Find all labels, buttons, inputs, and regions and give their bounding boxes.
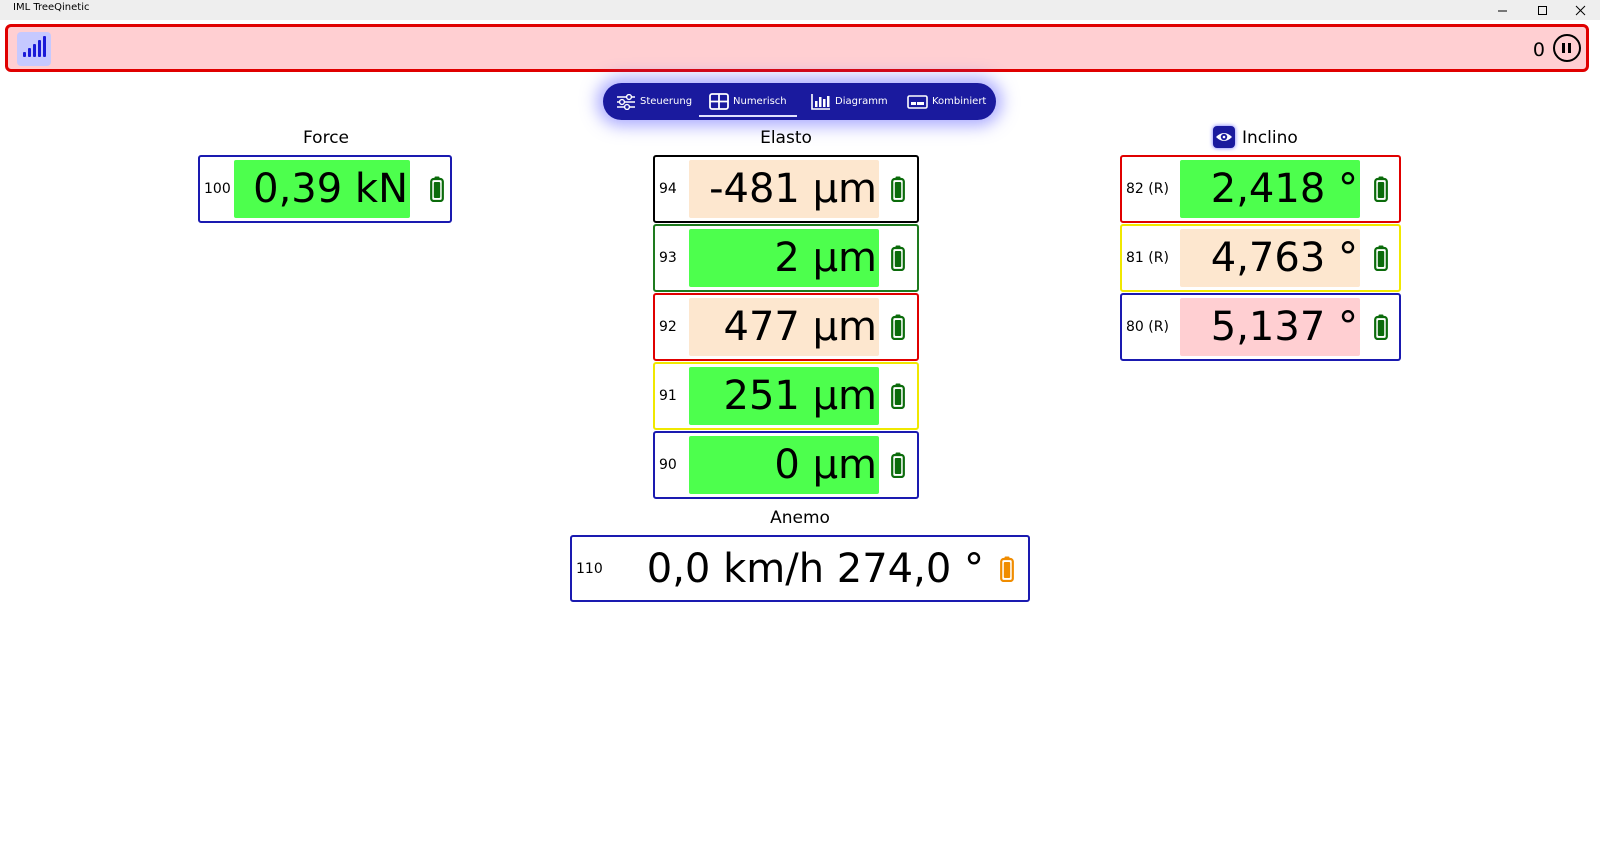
sensor-value: 0,0 km/h 274,0 ° <box>618 540 986 597</box>
grid-icon <box>709 93 729 110</box>
group-title-inclino: Inclino <box>1242 128 1298 148</box>
close-button[interactable] <box>1562 0 1598 20</box>
title-bar: IML TreeQinetic <box>0 0 1600 20</box>
signal-strength-icon[interactable] <box>17 32 51 66</box>
sensor-value: 477 µm <box>689 298 879 356</box>
sensor-value: -481 µm <box>689 160 879 218</box>
battery-icon <box>430 176 444 202</box>
connection-status-bar: 0 <box>5 24 1589 72</box>
sensor-id: 81 (R) <box>1126 250 1169 266</box>
visibility-toggle-button[interactable] <box>1213 126 1235 148</box>
status-counter: 0 <box>1532 39 1545 61</box>
sensor-value: 2,418 ° <box>1180 160 1360 218</box>
tab-numerisch[interactable]: Numerisch <box>699 83 797 120</box>
battery-icon <box>891 383 905 409</box>
sensor-value: 4,763 ° <box>1180 229 1360 287</box>
sensor-id: 100 <box>204 181 231 197</box>
tab-kombiniert[interactable]: Kombiniert <box>907 83 986 120</box>
group-title-elasto: Elasto <box>760 128 812 148</box>
sensor-id: 92 <box>659 319 677 335</box>
battery-icon <box>1374 245 1388 271</box>
sensor-value: 0 µm <box>689 436 879 494</box>
sensor-value: 0,39 kN <box>234 160 410 218</box>
sensor-id: 93 <box>659 250 677 266</box>
sensor-id: 90 <box>659 457 677 473</box>
sensor-value: 2 µm <box>689 229 879 287</box>
sensor-id: 80 (R) <box>1126 319 1169 335</box>
sensor-tile-anemo[interactable]: 110 0,0 km/h 274,0 ° <box>570 535 1030 602</box>
pause-icon <box>1562 43 1565 53</box>
tab-diagramm-label: Diagramm <box>835 96 888 107</box>
bar-chart-icon <box>811 94 830 110</box>
battery-icon <box>1374 176 1388 202</box>
battery-icon <box>891 452 905 478</box>
close-icon <box>1575 5 1585 15</box>
battery-icon <box>891 176 905 202</box>
battery-icon <box>1000 556 1014 582</box>
battery-icon <box>1374 314 1388 340</box>
pause-button[interactable] <box>1553 34 1581 62</box>
tab-steuerung-label: Steuerung <box>640 96 693 107</box>
sensor-value: 251 µm <box>689 367 879 425</box>
sliders-icon <box>617 93 635 110</box>
minimize-icon <box>1497 10 1507 11</box>
sensor-tile-inclino[interactable]: 82 (R) 2,418 ° <box>1120 155 1401 223</box>
window-title: IML TreeQinetic <box>13 2 90 13</box>
sensor-tile-elasto[interactable]: 92 477 µm <box>653 293 919 361</box>
sensor-tile-inclino[interactable]: 80 (R) 5,137 ° <box>1120 293 1401 361</box>
sensor-tile-inclino[interactable]: 81 (R) 4,763 ° <box>1120 224 1401 292</box>
battery-icon <box>891 314 905 340</box>
view-nav: Steuerung Numerisch Diagramm Kombiniert <box>603 83 996 120</box>
sensor-tile-elasto[interactable]: 90 0 µm <box>653 431 919 499</box>
sensor-value: 5,137 ° <box>1180 298 1360 356</box>
sensor-tile-elasto[interactable]: 94 -481 µm <box>653 155 919 223</box>
combined-icon <box>907 94 928 109</box>
battery-icon <box>891 245 905 271</box>
sensor-id: 110 <box>576 560 603 577</box>
tab-steuerung[interactable]: Steuerung <box>616 83 692 120</box>
group-title-anemo: Anemo <box>770 508 830 528</box>
tab-diagramm[interactable]: Diagramm <box>811 83 888 120</box>
maximize-button[interactable] <box>1524 0 1560 20</box>
eye-icon <box>1216 133 1232 141</box>
maximize-icon <box>1537 5 1547 15</box>
sensor-tile-elasto[interactable]: 91 251 µm <box>653 362 919 430</box>
sensor-id: 94 <box>659 181 677 197</box>
tab-numerisch-label: Numerisch <box>733 96 787 107</box>
group-title-force: Force <box>303 128 349 148</box>
tab-kombiniert-label: Kombiniert <box>932 96 987 107</box>
sensor-tile-elasto[interactable]: 93 2 µm <box>653 224 919 292</box>
sensor-id: 82 (R) <box>1126 181 1169 197</box>
minimize-button[interactable] <box>1484 0 1520 20</box>
sensor-id: 91 <box>659 388 677 404</box>
sensor-tile-force[interactable]: 100 0,39 kN <box>198 155 452 223</box>
